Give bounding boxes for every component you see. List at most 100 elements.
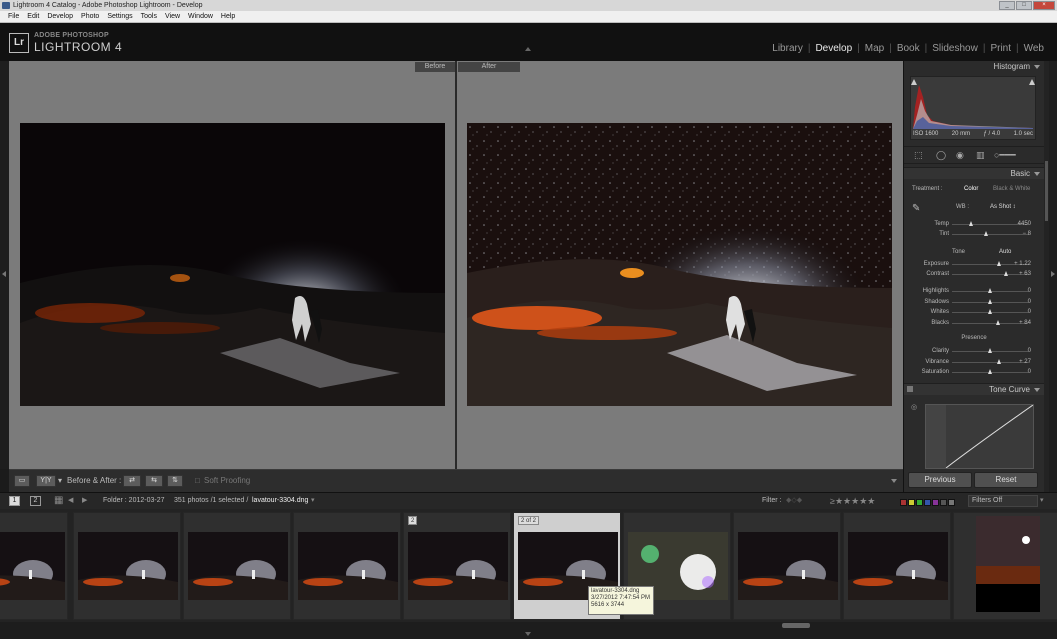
after-photo[interactable] — [467, 123, 892, 406]
slider-track[interactable] — [952, 234, 1028, 235]
minimize-button[interactable]: _ — [999, 1, 1015, 10]
slider-highlights[interactable]: Highlights 0 — [904, 286, 1044, 296]
tone-curve-graph[interactable] — [925, 404, 1034, 469]
module-print[interactable]: Print — [985, 43, 1016, 54]
slider-knob[interactable] — [995, 319, 1000, 325]
toolbar-menu-icon[interactable] — [891, 479, 897, 483]
menu-photo[interactable]: Photo — [77, 11, 103, 22]
slider-temp[interactable]: Temp 4450 — [904, 219, 1044, 229]
slider-value[interactable]: − 8 — [1022, 229, 1031, 239]
filmstrip-thumbnail[interactable] — [733, 512, 841, 620]
before-after-view-button[interactable]: Y|Y — [36, 475, 56, 487]
tone-curve-header[interactable]: Tone Curve — [904, 383, 1044, 395]
menu-settings[interactable]: Settings — [103, 11, 136, 22]
module-library[interactable]: Library — [767, 43, 808, 54]
grid-icon[interactable]: ▦ — [54, 493, 63, 509]
slider-blacks[interactable]: Blacks + 84 — [904, 318, 1044, 328]
slider-knob[interactable] — [988, 298, 992, 304]
filmstrip-thumbnail[interactable] — [953, 512, 1057, 620]
slider-tint[interactable]: Tint − 8 — [904, 229, 1044, 239]
loupe-view-button[interactable]: ▭ — [14, 475, 30, 487]
treatment-color-button[interactable]: Color — [964, 184, 978, 194]
slider-track[interactable] — [952, 361, 1028, 363]
slider-knob[interactable] — [984, 231, 989, 236]
menu-window[interactable]: Window — [184, 11, 217, 22]
filmstrip-scroll-thumb[interactable] — [782, 623, 810, 628]
flag-filter-icons[interactable]: ◆◇◆ — [786, 493, 802, 509]
soft-proofing-checkbox[interactable]: □ — [195, 476, 200, 486]
histogram-header[interactable]: Histogram — [904, 61, 1044, 73]
scrollbar-thumb[interactable] — [1045, 161, 1048, 221]
module-map[interactable]: Map — [860, 43, 889, 54]
crop-icon[interactable]: ⬚ — [914, 151, 923, 160]
adjustment-brush-icon[interactable]: ○━━━ — [994, 151, 1016, 160]
chevron-down-icon[interactable]: ▾ — [311, 493, 315, 509]
slider-value[interactable]: 0 — [1028, 307, 1031, 317]
expand-left-icon[interactable] — [2, 271, 6, 277]
maximize-button[interactable]: □ — [1016, 1, 1032, 10]
slider-track[interactable] — [952, 322, 1028, 324]
target-adjust-icon[interactable]: ◎ — [911, 403, 917, 411]
slider-contrast[interactable]: Contrast + 63 — [904, 269, 1044, 279]
slider-value[interactable]: + 27 — [1019, 357, 1031, 367]
module-develop[interactable]: Develop — [810, 43, 857, 54]
slider-value[interactable]: + 84 — [1019, 318, 1031, 328]
filmstrip-thumbnail[interactable] — [73, 512, 181, 620]
bottom-panel-toggle-icon[interactable] — [525, 632, 531, 636]
back-arrow-icon[interactable]: ◀ — [68, 493, 73, 509]
forward-arrow-icon[interactable]: ▶ — [82, 493, 87, 509]
filmstrip-thumbnail[interactable]: 2 — [403, 512, 511, 620]
basic-header[interactable]: Basic — [904, 167, 1044, 179]
filters-off-select[interactable]: Filters Off — [968, 495, 1038, 507]
spot-removal-icon[interactable]: ◯ — [936, 151, 946, 160]
red-eye-icon[interactable]: ◉ — [956, 151, 964, 160]
slider-value[interactable]: + 1.22 — [1014, 259, 1031, 269]
collapse-icon[interactable] — [1034, 388, 1040, 392]
secondary-window-button[interactable]: 2 — [30, 496, 41, 506]
slider-value[interactable]: 0 — [1028, 367, 1031, 377]
menu-tools[interactable]: Tools — [137, 11, 161, 22]
copy-after-to-before-button[interactable]: ⇆ — [145, 475, 163, 487]
module-slideshow[interactable]: Slideshow — [927, 43, 983, 54]
slider-value[interactable]: 0 — [1028, 286, 1031, 296]
filmstrip-thumbnail[interactable] — [0, 512, 68, 620]
menu-develop[interactable]: Develop — [43, 11, 77, 22]
slider-whites[interactable]: Whites 0 — [904, 307, 1044, 317]
menu-view[interactable]: View — [161, 11, 184, 22]
graduated-filter-icon[interactable]: ▥ — [976, 151, 985, 160]
right-panel-edge[interactable] — [1049, 61, 1057, 492]
collapse-icon[interactable] — [1034, 65, 1040, 69]
menu-file[interactable]: File — [4, 11, 23, 22]
expand-right-icon[interactable] — [1051, 271, 1055, 277]
reset-button[interactable]: Reset — [974, 472, 1038, 488]
eyedropper-icon[interactable]: ✎ — [912, 204, 926, 218]
menu-edit[interactable]: Edit — [23, 11, 43, 22]
slider-knob[interactable] — [997, 261, 1002, 266]
top-panel-toggle-icon[interactable] — [525, 47, 531, 51]
slider-value[interactable]: 0 — [1028, 297, 1031, 307]
before-photo[interactable] — [20, 123, 445, 406]
module-book[interactable]: Book — [892, 43, 925, 54]
slider-knob[interactable] — [969, 221, 973, 226]
menu-help[interactable]: Help — [217, 11, 239, 22]
swap-settings-button[interactable]: ⇅ — [167, 475, 183, 487]
left-panel-edge[interactable] — [0, 61, 9, 469]
slider-exposure[interactable]: Exposure + 1.22 — [904, 259, 1044, 269]
stack-badge[interactable]: 2 — [408, 516, 418, 525]
slider-knob[interactable] — [988, 369, 992, 374]
folder-label[interactable]: Folder : 2012-03-27 — [103, 493, 164, 509]
slider-track[interactable] — [952, 224, 1028, 225]
slider-track[interactable] — [952, 274, 1028, 275]
slider-knob[interactable] — [988, 348, 992, 353]
collapse-icon[interactable] — [1034, 172, 1040, 176]
filmstrip-thumbnail[interactable] — [293, 512, 401, 620]
slider-knob[interactable] — [997, 358, 1002, 364]
current-filename[interactable]: lavatour-3304.dng — [252, 493, 308, 509]
lock-icon[interactable]: ▾ — [1040, 493, 1044, 509]
primary-window-button[interactable]: 1 — [9, 496, 20, 506]
slider-value[interactable]: 0 — [1028, 346, 1031, 356]
close-button[interactable]: × — [1033, 1, 1055, 10]
filmstrip-thumbnail[interactable] — [843, 512, 951, 620]
slider-knob[interactable] — [1003, 271, 1008, 276]
slider-saturation[interactable]: Saturation 0 — [904, 367, 1044, 377]
